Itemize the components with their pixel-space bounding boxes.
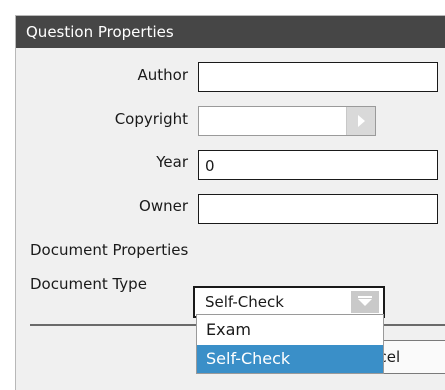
owner-label: Owner [139,197,188,215]
copyright-dropdown-button[interactable] [346,107,375,135]
document-type-dropdown-list: Exam Self-Check [196,314,384,374]
author-label: Author [137,66,188,84]
copyright-label: Copyright [114,110,188,128]
owner-field[interactable] [198,194,438,224]
dropdown-toggle-button[interactable] [351,291,379,313]
author-field[interactable] [198,62,438,92]
chevron-right-icon [358,115,365,127]
document-properties-heading: Document Properties [30,241,189,259]
document-type-selected: Self-Check [205,293,284,311]
dialog-title: Question Properties [16,16,445,48]
option-exam[interactable]: Exam [197,316,383,344]
year-field[interactable]: 0 [198,150,438,180]
question-properties-dialog: Question Properties Author Copyright Yea… [15,15,445,390]
option-self-check[interactable]: Self-Check [197,345,383,373]
year-label: Year [156,153,188,171]
chevron-down-icon [358,299,372,306]
dropdown-bar-icon [358,296,372,298]
copyright-combo[interactable] [198,106,376,136]
document-type-label: Document Type [30,275,147,293]
